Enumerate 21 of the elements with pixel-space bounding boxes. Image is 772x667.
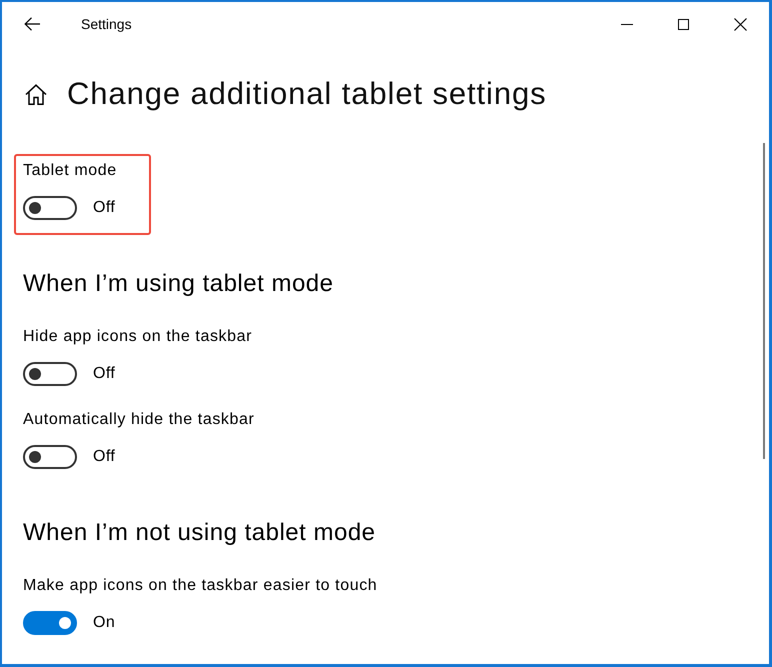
maximize-icon — [678, 18, 689, 30]
window-title: Settings — [81, 16, 133, 32]
toggle-switch[interactable] — [23, 362, 77, 386]
toggle-switch[interactable] — [23, 611, 77, 635]
setting-label: Automatically hide the taskbar — [23, 410, 254, 430]
setting-label: Make app icons on the taskbar easier to touch — [23, 576, 378, 596]
section-heading: When I’m using tablet mode — [23, 269, 334, 299]
toggle-state-text: Off — [93, 364, 116, 384]
toggle-state-text: Off — [93, 447, 116, 467]
toggle-switch[interactable] — [23, 196, 77, 220]
scrollbar[interactable] — [763, 143, 765, 459]
toggle-switch[interactable] — [23, 445, 77, 469]
toggle-state-text: On — [93, 613, 116, 633]
page-title: Change additional tablet settings — [67, 75, 547, 113]
toggle-state-text: Off — [93, 198, 116, 218]
setting-label: Tablet mode — [23, 161, 117, 181]
back-arrow-icon — [24, 17, 40, 31]
section-heading: When I’m not using tablet mode — [23, 518, 376, 548]
close-icon — [734, 18, 747, 30]
setting-label: Hide app icons on the taskbar — [23, 327, 252, 347]
home-icon[interactable] — [25, 84, 47, 104]
